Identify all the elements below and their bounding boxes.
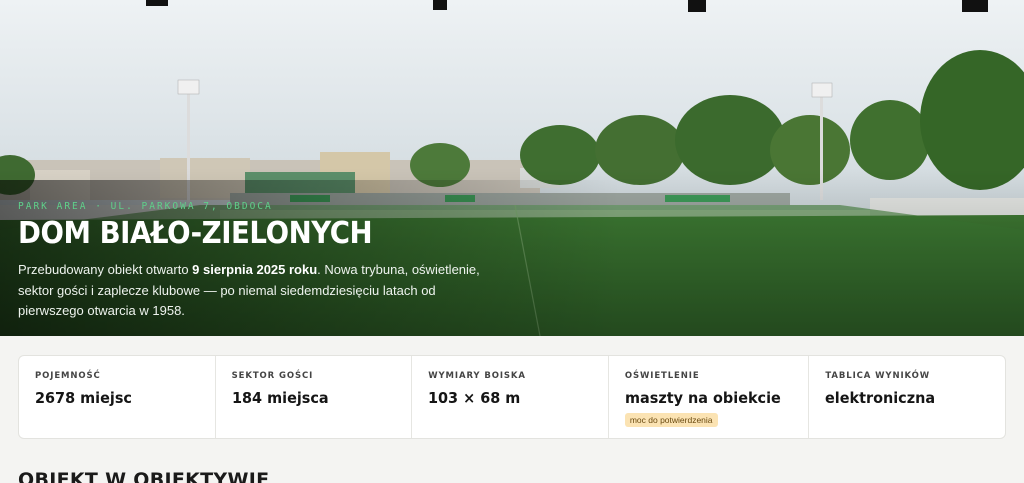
hero-desc-date: 9 sierpnia 2025 roku [192, 262, 318, 277]
stat-label: OŚWIETLENIE [624, 371, 700, 381]
stat-away-sector: SEKTOR GOŚCI 184 miejsca [216, 356, 413, 438]
hero-title: DOM BIAŁO-ZIELONYCH [18, 216, 373, 251]
stat-scoreboard: TABLICA WYNIKÓW elektroniczna [809, 356, 1005, 438]
stat-label: POJEMNOŚĆ [35, 371, 101, 381]
section-title: OBIEKT W OBIEKTYWIE [18, 469, 270, 483]
stat-value: 2678 miejsc [35, 389, 132, 407]
hero-description: Przebudowany obiekt otwarto 9 sierpnia 2… [18, 260, 488, 322]
stat-capacity: POJEMNOŚĆ 2678 miejsc [19, 356, 216, 438]
stat-label: WYMIARY BOISKA [428, 371, 526, 381]
hero-eyebrow: PARK AREA · UL. PARKOWA 7, OBDOCA [18, 201, 273, 212]
stat-label: SEKTOR GOŚCI [231, 371, 314, 381]
stat-value: 184 miejsca [231, 389, 329, 407]
stat-value: elektroniczna [825, 389, 936, 407]
stat-label: TABLICA WYNIKÓW [825, 371, 931, 381]
hero-desc-start: Przebudowany obiekt otwarto [18, 262, 193, 277]
stat-value: 103 × 68 m [428, 389, 521, 407]
stat-pitch-size: WYMIARY BOISKA 103 × 68 m [412, 356, 609, 438]
status-badge: moc do potwierdzenia [624, 413, 718, 427]
stat-value: maszty na obiekcie [624, 389, 781, 407]
hero-section: PARK AREA · UL. PARKOWA 7, OBDOCA DOM BI… [0, 0, 1024, 336]
stat-lighting: OŚWIETLENIE maszty na obiekcie moc do po… [609, 356, 810, 438]
stats-panel: POJEMNOŚĆ 2678 miejsc SEKTOR GOŚCI 184 m… [18, 355, 1006, 439]
